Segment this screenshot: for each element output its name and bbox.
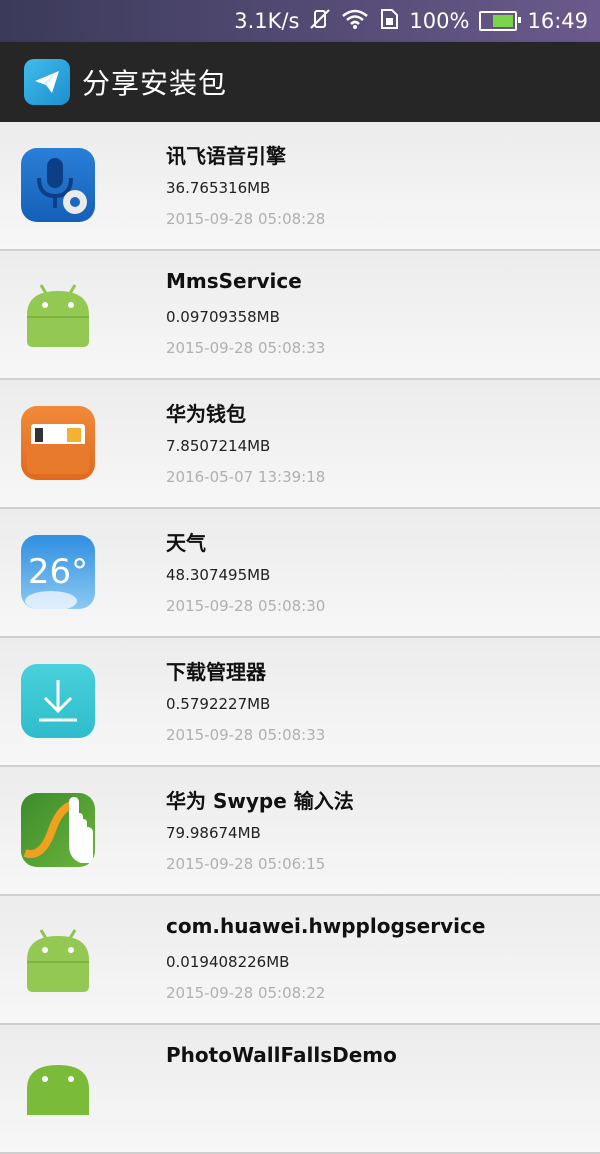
list-item[interactable]: MmsService 0.09709358MB 2015-09-28 05:08… (0, 251, 600, 380)
app-bar: 分享安装包 (0, 42, 600, 122)
app-name: PhotoWallFallsDemo (166, 1043, 397, 1067)
app-name: 讯飞语音引擎 (166, 144, 286, 168)
app-size: 0.5792227MB (166, 695, 271, 713)
app-date: 2015-09-28 05:08:33 (166, 726, 326, 744)
app-size: 0.019408226MB (166, 953, 290, 971)
download-icon (21, 664, 95, 738)
wifi-icon (341, 8, 369, 35)
android-icon (21, 277, 95, 351)
app-size: 36.765316MB (166, 179, 271, 197)
swype-icon (21, 793, 95, 867)
app-size: 79.98674MB (166, 824, 261, 842)
app-size: 7.8507214MB (166, 437, 271, 455)
sim-icon (379, 8, 399, 35)
battery-icon (479, 11, 522, 31)
clock: 16:49 (527, 9, 588, 33)
app-name: 下载管理器 (166, 660, 266, 684)
wallet-icon (21, 406, 95, 480)
list-item[interactable]: 26° 天气 48.307495MB 2015-09-28 05:08:30 (0, 509, 600, 638)
app-list: 讯飞语音引擎 36.765316MB 2015-09-28 05:08:28 M… (0, 122, 600, 1154)
weather-temp: 26° (28, 552, 88, 592)
list-item[interactable]: 下载管理器 0.5792227MB 2015-09-28 05:08:33 (0, 638, 600, 767)
list-item[interactable]: 讯飞语音引擎 36.765316MB 2015-09-28 05:08:28 (0, 122, 600, 251)
app-date: 2015-09-28 05:08:33 (166, 339, 326, 357)
mic-gear-icon (21, 148, 95, 222)
list-item[interactable]: 华为钱包 7.8507214MB 2016-05-07 13:39:18 (0, 380, 600, 509)
app-date: 2015-09-28 05:08:22 (166, 984, 326, 1002)
battery-percent: 100% (409, 9, 470, 33)
list-item[interactable]: PhotoWallFallsDemo (0, 1025, 600, 1154)
paper-plane-icon (24, 59, 70, 105)
status-bar: 3.1K/s 100% 16:49 (0, 0, 600, 42)
app-name: MmsService (166, 269, 302, 293)
vibrate-icon (309, 8, 331, 35)
app-date: 2015-09-28 05:06:15 (166, 855, 326, 873)
app-name: 天气 (166, 531, 206, 555)
list-item[interactable]: com.huawei.hwpplogservice 0.019408226MB … (0, 896, 600, 1025)
app-name: 华为 Swype 输入法 (166, 789, 354, 813)
app-name: com.huawei.hwpplogservice (166, 914, 486, 938)
android-icon (21, 922, 95, 996)
app-date: 2015-09-28 05:08:30 (166, 597, 326, 615)
app-name: 华为钱包 (166, 402, 246, 426)
network-speed: 3.1K/s (234, 9, 300, 33)
weather-icon: 26° (21, 535, 95, 609)
app-size: 48.307495MB (166, 566, 271, 584)
app-date: 2015-09-28 05:08:28 (166, 210, 326, 228)
app-date: 2016-05-07 13:39:18 (166, 468, 326, 486)
app-size: 0.09709358MB (166, 308, 280, 326)
page-title: 分享安装包 (82, 67, 228, 100)
list-item[interactable]: 华为 Swype 输入法 79.98674MB 2015-09-28 05:06… (0, 767, 600, 896)
android-icon (21, 1051, 95, 1125)
